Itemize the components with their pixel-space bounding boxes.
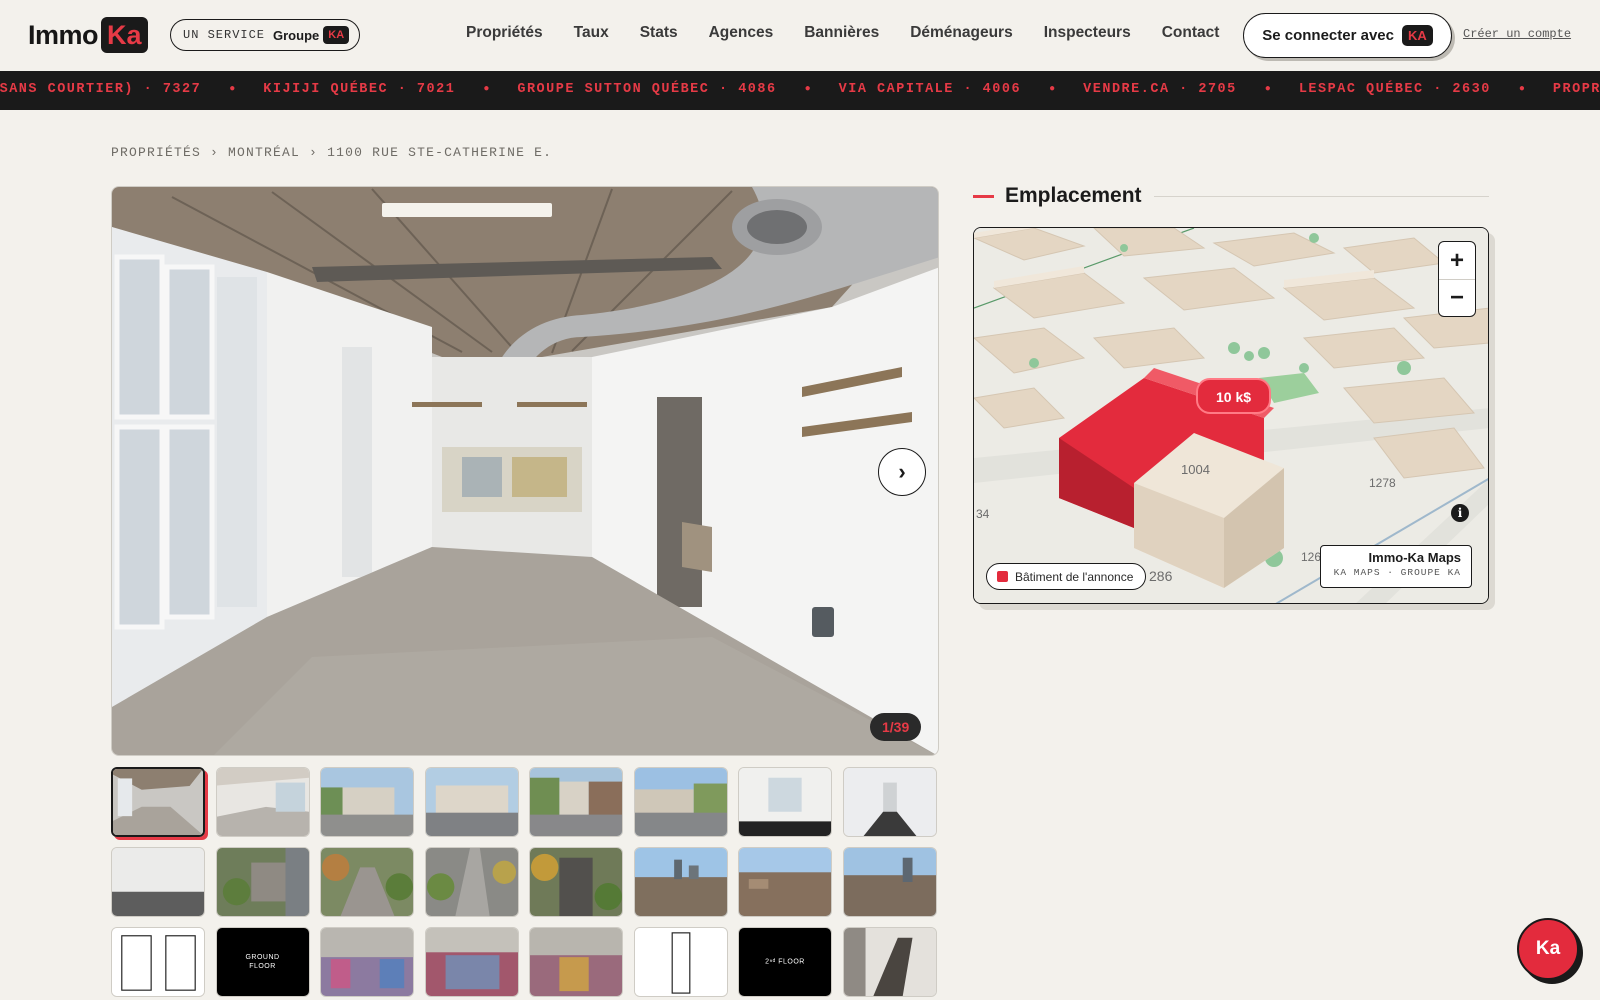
next-photo-button[interactable]: ›: [878, 448, 926, 496]
ticker-item: LESPAC QUÉBEC · 2630: [1298, 82, 1491, 97]
nav-item-stats[interactable]: Stats: [640, 24, 678, 42]
breadcrumb: PROPRIÉTÉS › MONTRÉAL › 1100 RUE STE-CAT…: [111, 145, 552, 160]
location-header: Emplacement: [973, 184, 1489, 208]
thumbnail-14[interactable]: [633, 847, 728, 917]
nav-item-demenageurs[interactable]: Déménageurs: [910, 24, 1013, 42]
thumbnail-4[interactable]: [424, 767, 519, 837]
location-title: Emplacement: [1005, 184, 1142, 207]
thumbnail-20[interactable]: [424, 927, 519, 997]
ticker-item: VENDRE.CA · 2705: [1083, 82, 1237, 97]
thumbnail-5[interactable]: [529, 767, 623, 837]
login-ka-badge: KA: [1401, 25, 1433, 46]
main-photo[interactable]: › 1/39: [111, 186, 939, 756]
thumbnail-caption: 2ⁿᵈ FLOOR: [765, 958, 805, 966]
zoom-out-button[interactable]: −: [1439, 279, 1475, 316]
thumbnail-1[interactable]: [111, 767, 205, 837]
login-label: Se connecter avec: [1262, 27, 1394, 44]
thumbnail-10[interactable]: [215, 847, 310, 917]
breadcrumb-item-montreal[interactable]: MONTRÉAL: [228, 145, 300, 160]
thumbnail-18[interactable]: GROUND FLOOR: [215, 927, 310, 997]
thumbnail-8[interactable]: [842, 767, 937, 837]
ticker-item: VIA CAPITALE · 4006: [838, 82, 1022, 97]
zoom-controls: + −: [1438, 241, 1476, 317]
map-label: 1278: [1369, 476, 1396, 490]
dot-icon: ●: [1264, 83, 1271, 94]
divider: [1153, 195, 1489, 197]
accent-bar: [973, 194, 994, 198]
create-account-link[interactable]: Créer un compte: [1463, 27, 1571, 41]
thumbnail-23[interactable]: 2ⁿᵈ FLOOR: [738, 927, 832, 997]
dot-icon: ●: [1518, 83, 1525, 94]
nav-item-proprietes[interactable]: Propriétés: [466, 24, 543, 42]
thumbnail-17[interactable]: [111, 927, 205, 997]
price-tag-marker[interactable]: 10 k$: [1196, 378, 1272, 414]
map-brand-sub: KA MAPS · GROUPE KA: [1333, 567, 1461, 578]
service-ka-badge: KA: [323, 26, 350, 44]
map-label: 126: [1301, 550, 1321, 564]
map-brand-name: Immo-Ka Maps: [1368, 550, 1461, 565]
dot-icon: ●: [229, 83, 236, 94]
thumbnail-16[interactable]: [842, 847, 937, 917]
ka-assistant-button[interactable]: Ka: [1517, 918, 1579, 980]
thumbnail-24[interactable]: [842, 927, 937, 997]
header: Immo Ka UN SERVICE Groupe KA Propriétés …: [0, 0, 1600, 71]
room-photo: [112, 187, 938, 755]
thumbnail-19[interactable]: [320, 927, 414, 997]
thumbnail-3[interactable]: [320, 767, 414, 837]
thumbnail-11[interactable]: [320, 847, 414, 917]
map-label: 34: [976, 507, 990, 521]
ticker-item: (SANS COURTIER) · 7327: [0, 82, 202, 97]
thumbnail-13[interactable]: [529, 847, 623, 917]
ticker-item: GROUPE SUTTON QUÉBEC · 4086: [517, 82, 777, 97]
thumbnail-12[interactable]: [424, 847, 519, 917]
nav-item-taux[interactable]: Taux: [574, 24, 609, 42]
thumbnail-22[interactable]: [633, 927, 728, 997]
thumbnail-caption: GROUND FLOOR: [245, 954, 280, 970]
ticker-item: KIJIJI QUÉBEC · 7021: [263, 82, 456, 97]
info-icon[interactable]: i: [1451, 504, 1469, 522]
thumbnail-grid: GROUND FLOOR 2ⁿᵈ FLOOR: [111, 767, 939, 997]
map-attribution: Immo-Ka Maps KA MAPS · GROUPE KA: [1320, 545, 1472, 588]
ticker-item: PROPRIO DIRECT: [1552, 82, 1600, 97]
dot-icon: ●: [483, 83, 490, 94]
thumbnail-6[interactable]: [633, 767, 728, 837]
service-label: UN SERVICE: [183, 28, 266, 42]
legend-swatch: [997, 571, 1008, 582]
legend-label: Bâtiment de l'annonce: [1015, 569, 1134, 584]
location-map[interactable]: 1004 1278 34 126 286 + − 10 k$ i Bâtimen…: [973, 227, 1489, 604]
login-button[interactable]: Se connecter avec KA: [1243, 13, 1452, 58]
dot-icon: ●: [1049, 83, 1056, 94]
nav-item-contact[interactable]: Contact: [1162, 24, 1220, 42]
nav-item-agences[interactable]: Agences: [709, 24, 774, 42]
service-badge[interactable]: UN SERVICE Groupe KA: [170, 19, 361, 51]
service-groupe: Groupe: [273, 27, 320, 43]
logo[interactable]: Immo Ka: [28, 17, 148, 53]
thumbnail-21[interactable]: [529, 927, 623, 997]
breadcrumb-item-proprietes[interactable]: PROPRIÉTÉS: [111, 145, 201, 160]
map-label: 286: [1149, 568, 1173, 584]
logo-text: Immo: [28, 19, 99, 50]
map-legend: Bâtiment de l'annonce: [986, 563, 1147, 590]
main-nav: Propriétés Taux Stats Agences Bannières …: [466, 24, 1250, 42]
breadcrumb-separator: ›: [309, 145, 319, 160]
thumbnail-9[interactable]: [111, 847, 205, 917]
breadcrumb-item-address: 1100 RUE STE-CATHERINE E.: [327, 145, 553, 160]
thumbnail-7[interactable]: [738, 767, 832, 837]
thumbnail-2[interactable]: [215, 767, 310, 837]
photo-counter: 1/39: [870, 713, 922, 741]
logo-ka-badge: Ka: [101, 17, 148, 53]
zoom-in-button[interactable]: +: [1439, 242, 1475, 279]
thumbnail-15[interactable]: [738, 847, 832, 917]
breadcrumb-separator: ›: [210, 145, 220, 160]
listing-source-ticker: (SANS COURTIER) · 7327 ● KIJIJI QUÉBEC · …: [0, 71, 1600, 110]
nav-item-bannieres[interactable]: Bannières: [804, 24, 879, 42]
map-label: 1004: [1181, 462, 1210, 477]
dot-icon: ●: [804, 83, 811, 94]
nav-item-inspecteurs[interactable]: Inspecteurs: [1044, 24, 1131, 42]
